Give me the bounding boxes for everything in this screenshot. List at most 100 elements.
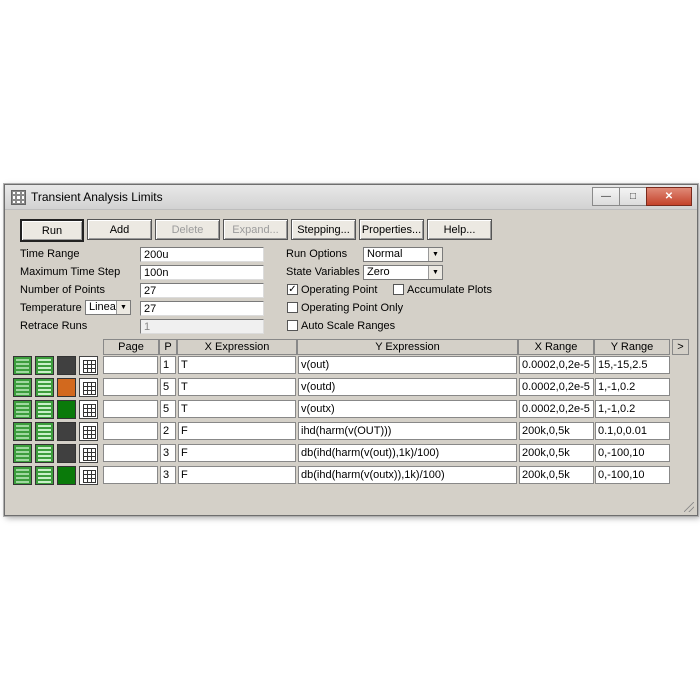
plot-toggle-icon[interactable]	[13, 378, 32, 397]
expand-button[interactable]: Expand...	[223, 219, 288, 240]
cell-y-range[interactable]: 0,-100,10	[595, 466, 670, 484]
properties-button[interactable]: Properties...	[359, 219, 424, 240]
cell-p[interactable]: 3	[160, 466, 176, 484]
chevron-down-icon: ▼	[428, 248, 442, 261]
grid-table-icon[interactable]	[79, 400, 98, 419]
y-expr-text: db(ihd(harm(v(out)),1k)/100)	[301, 447, 440, 459]
cell-x-range[interactable]: 0.0002,0,2e-5	[519, 400, 594, 418]
num-points-field[interactable]: 27	[140, 283, 264, 298]
header-x-expression[interactable]: X Expression	[177, 339, 297, 355]
grid-table-icon[interactable]	[79, 444, 98, 463]
plot-toggle-icon[interactable]	[13, 466, 32, 485]
cell-p[interactable]: 5	[160, 400, 176, 418]
run-options-value: Normal	[367, 248, 403, 260]
plot-toggle-icon[interactable]	[13, 356, 32, 375]
grid-table-icon[interactable]	[79, 378, 98, 397]
max-time-step-label: Maximum Time Step	[20, 266, 121, 278]
curve-color-swatch[interactable]	[57, 356, 76, 375]
header-p[interactable]: P	[159, 339, 177, 355]
plot-toggle-icon[interactable]	[13, 422, 32, 441]
list-toggle-icon[interactable]	[35, 422, 54, 441]
grid-app-icon	[11, 190, 26, 205]
delete-button[interactable]: Delete	[155, 219, 220, 240]
operating-point-only-checkbox[interactable]	[287, 302, 298, 313]
cell-y-expression[interactable]: db(ihd(harm(v(out)),1k)/100)	[298, 444, 517, 462]
cell-y-range[interactable]: 0,-100,10	[595, 444, 670, 462]
retrace-runs-field[interactable]: 1	[140, 319, 264, 334]
cell-x-range[interactable]: 200k,0,5k	[519, 466, 594, 484]
cell-x-expression[interactable]: F	[178, 466, 296, 484]
state-variables-select[interactable]: Zero ▼	[363, 265, 443, 280]
cell-y-expression[interactable]: v(outd)	[298, 378, 517, 396]
cell-y-expression[interactable]: db(ihd(harm(v(outx)),1k)/100)	[298, 466, 517, 484]
cell-page[interactable]	[103, 378, 158, 396]
cell-x-range[interactable]: 200k,0,5k	[519, 422, 594, 440]
cell-x-range[interactable]: 0.0002,0,2e-5	[519, 378, 594, 396]
cell-y-range[interactable]: 0.1,0,0.01	[595, 422, 670, 440]
resize-grip-icon[interactable]	[684, 502, 694, 512]
cell-p[interactable]: 3	[160, 444, 176, 462]
grid-table-icon[interactable]	[79, 466, 98, 485]
auto-scale-checkbox[interactable]	[287, 320, 298, 331]
help-button[interactable]: Help...	[427, 219, 492, 240]
grid-table-icon[interactable]	[79, 422, 98, 441]
accumulate-plots-checkbox[interactable]	[393, 284, 404, 295]
cell-page[interactable]	[103, 422, 158, 440]
curve-color-swatch[interactable]	[57, 378, 76, 397]
header-y-expression[interactable]: Y Expression	[297, 339, 518, 355]
cell-x-expression[interactable]: F	[178, 422, 296, 440]
cell-y-expression[interactable]: v(outx)	[298, 400, 517, 418]
cell-p[interactable]: 5	[160, 378, 176, 396]
cell-x-expression[interactable]: T	[178, 400, 296, 418]
temperature-field[interactable]: 27	[140, 301, 264, 316]
cell-page[interactable]	[103, 444, 158, 462]
cell-y-range[interactable]: 1,-1,0.2	[595, 378, 670, 396]
operating-point-checkbox[interactable]: ✓	[287, 284, 298, 295]
temperature-mode-select[interactable]: Linear ▼	[85, 300, 131, 315]
run-options-select[interactable]: Normal ▼	[363, 247, 443, 262]
header-y-range[interactable]: Y Range	[594, 339, 670, 355]
list-toggle-icon[interactable]	[35, 466, 54, 485]
state-variables-value: Zero	[367, 266, 390, 278]
close-button[interactable]: ✕	[646, 187, 692, 206]
auto-scale-label: Auto Scale Ranges	[301, 320, 396, 332]
curve-color-swatch[interactable]	[57, 466, 76, 485]
cell-page[interactable]	[103, 356, 158, 374]
cell-y-expression[interactable]: v(out)	[298, 356, 517, 374]
temperature-label: Temperature	[20, 302, 82, 314]
curve-color-swatch[interactable]	[57, 400, 76, 419]
cell-p[interactable]: 1	[160, 356, 176, 374]
cell-x-expression[interactable]: T	[178, 378, 296, 396]
cell-x-range[interactable]: 0.0002,0,2e-5	[519, 356, 594, 374]
title-bar[interactable]: Transient Analysis Limits — □ ✕	[5, 185, 697, 210]
cell-x-expression[interactable]: T	[178, 356, 296, 374]
cell-page[interactable]	[103, 400, 158, 418]
header-page[interactable]: Page	[103, 339, 159, 355]
stepping-button[interactable]: Stepping...	[291, 219, 356, 240]
add-button[interactable]: Add	[87, 219, 152, 240]
list-toggle-icon[interactable]	[35, 400, 54, 419]
cell-x-range[interactable]: 200k,0,5k	[519, 444, 594, 462]
list-toggle-icon[interactable]	[35, 444, 54, 463]
cell-y-range[interactable]: 1,-1,0.2	[595, 400, 670, 418]
list-toggle-icon[interactable]	[35, 356, 54, 375]
cell-p[interactable]: 2	[160, 422, 176, 440]
run-button[interactable]: Run	[20, 219, 84, 242]
list-toggle-icon[interactable]	[35, 378, 54, 397]
plot-toggle-icon[interactable]	[13, 400, 32, 419]
curve-color-swatch[interactable]	[57, 444, 76, 463]
grid-table-icon[interactable]	[79, 356, 98, 375]
accumulate-plots-label: Accumulate Plots	[407, 284, 492, 296]
max-time-step-field[interactable]: 100n	[140, 265, 264, 280]
cell-page[interactable]	[103, 466, 158, 484]
more-columns-button[interactable]: >	[672, 339, 689, 355]
header-x-range[interactable]: X Range	[518, 339, 594, 355]
maximize-button[interactable]: □	[619, 187, 647, 206]
time-range-field[interactable]: 200u	[140, 247, 264, 262]
cell-x-expression[interactable]: F	[178, 444, 296, 462]
plot-toggle-icon[interactable]	[13, 444, 32, 463]
cell-y-expression[interactable]: ihd(harm(v(OUT)))	[298, 422, 517, 440]
minimize-button[interactable]: —	[592, 187, 620, 206]
curve-color-swatch[interactable]	[57, 422, 76, 441]
cell-y-range[interactable]: 15,-15,2.5	[595, 356, 670, 374]
